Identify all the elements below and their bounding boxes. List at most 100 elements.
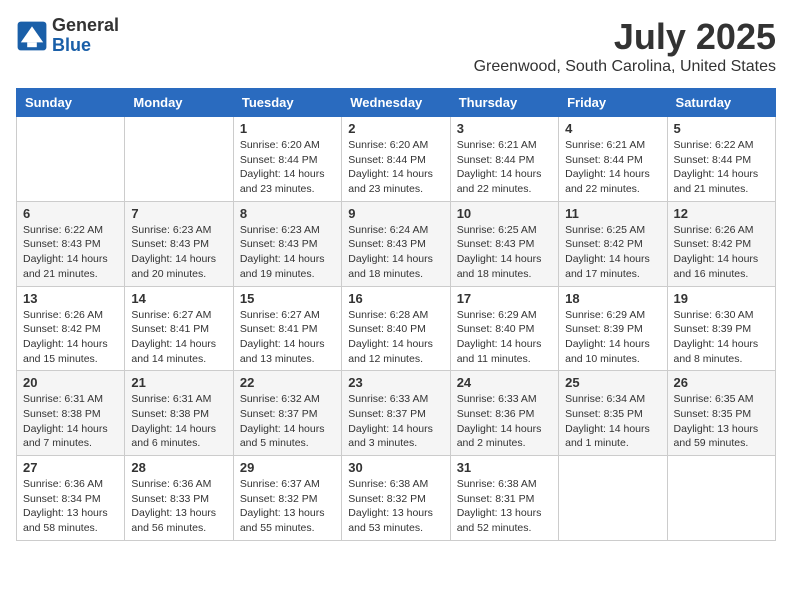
day-number: 5: [674, 121, 769, 136]
day-info: Sunrise: 6:33 AM Sunset: 8:37 PM Dayligh…: [348, 392, 443, 451]
day-number: 27: [23, 460, 118, 475]
calendar-table: SundayMondayTuesdayWednesdayThursdayFrid…: [16, 88, 776, 541]
calendar-cell: 23Sunrise: 6:33 AM Sunset: 8:37 PM Dayli…: [342, 371, 450, 456]
calendar-cell: 2Sunrise: 6:20 AM Sunset: 8:44 PM Daylig…: [342, 117, 450, 202]
calendar-cell: 24 Sunrise: 6:33 AM Sunset: 8:36 PM Dayli…: [450, 371, 558, 456]
calendar-cell: [667, 456, 775, 541]
day-info: Sunrise: 6:25 AM Sunset: 8:43 PM Dayligh…: [457, 223, 552, 282]
day-info: Sunrise: 6:27 AM Sunset: 8:41 PM Dayligh…: [131, 308, 226, 367]
calendar-cell: 30 Sunrise: 6:38 AM Sunset: 8:32 PM Dayli…: [342, 456, 450, 541]
calendar-cell: 12 Sunrise: 6:26 AM Sunset: 8:42 PM Dayli…: [667, 201, 775, 286]
day-info: Sunrise: 6:21 AM Sunset: 8:44 PM Dayligh…: [457, 138, 552, 197]
day-number: 8: [240, 206, 335, 221]
calendar-cell: 3 Sunrise: 6:21 AM Sunset: 8:44 PM Daylig…: [450, 117, 558, 202]
day-info: Sunrise: 6:38 AM Sunset: 8:31 PM Dayligh…: [457, 477, 552, 536]
day-info: Sunrise: 6:22 AM Sunset: 8:43 PM Dayligh…: [23, 223, 118, 282]
title-block: July 2025 Greenwood, South Carolina, Uni…: [474, 16, 776, 76]
weekday-header-sunday: Sunday: [17, 89, 125, 117]
day-info: Sunrise: 6:37 AM Sunset: 8:32 PM Dayligh…: [240, 477, 335, 536]
day-info: Sunrise: 6:36 AM Sunset: 8:33 PM Dayligh…: [131, 477, 226, 536]
day-info: Sunrise: 6:31 AM Sunset: 8:38 PM Dayligh…: [131, 392, 226, 451]
day-info: Sunrise: 6:36 AM Sunset: 8:34 PM Dayligh…: [23, 477, 118, 536]
calendar-week-row: 13Sunrise: 6:26 AM Sunset: 8:42 PM Dayli…: [17, 286, 776, 371]
day-number: 30: [348, 460, 443, 475]
day-info: Sunrise: 6:32 AM Sunset: 8:37 PM Dayligh…: [240, 392, 335, 451]
day-info: Sunrise: 6:31 AM Sunset: 8:38 PM Dayligh…: [23, 392, 118, 451]
day-number: 21: [131, 375, 226, 390]
weekday-header-tuesday: Tuesday: [233, 89, 341, 117]
day-number: 20: [23, 375, 118, 390]
calendar-cell: 29 Sunrise: 6:37 AM Sunset: 8:32 PM Dayli…: [233, 456, 341, 541]
calendar-cell: 11Sunrise: 6:25 AM Sunset: 8:42 PM Dayli…: [559, 201, 667, 286]
day-number: 6: [23, 206, 118, 221]
calendar-week-row: 20 Sunrise: 6:31 AM Sunset: 8:38 PM Dayli…: [17, 371, 776, 456]
day-number: 24: [457, 375, 552, 390]
weekday-header-friday: Friday: [559, 89, 667, 117]
day-number: 13: [23, 291, 118, 306]
day-number: 9: [348, 206, 443, 221]
day-info: Sunrise: 6:27 AM Sunset: 8:41 PM Dayligh…: [240, 308, 335, 367]
calendar-cell: 15 Sunrise: 6:27 AM Sunset: 8:41 PM Dayli…: [233, 286, 341, 371]
day-number: 22: [240, 375, 335, 390]
calendar-cell: [559, 456, 667, 541]
calendar-cell: 25Sunrise: 6:34 AM Sunset: 8:35 PM Dayli…: [559, 371, 667, 456]
calendar-week-row: 6 Sunrise: 6:22 AM Sunset: 8:43 PM Daylig…: [17, 201, 776, 286]
calendar-cell: 6 Sunrise: 6:22 AM Sunset: 8:43 PM Daylig…: [17, 201, 125, 286]
day-info: Sunrise: 6:20 AM Sunset: 8:44 PM Dayligh…: [240, 138, 335, 197]
day-info: Sunrise: 6:29 AM Sunset: 8:39 PM Dayligh…: [565, 308, 660, 367]
day-number: 7: [131, 206, 226, 221]
calendar-cell: 8 Sunrise: 6:23 AM Sunset: 8:43 PM Daylig…: [233, 201, 341, 286]
day-info: Sunrise: 6:21 AM Sunset: 8:44 PM Dayligh…: [565, 138, 660, 197]
day-number: 15: [240, 291, 335, 306]
day-number: 12: [674, 206, 769, 221]
calendar-cell: 1 Sunrise: 6:20 AM Sunset: 8:44 PM Daylig…: [233, 117, 341, 202]
day-number: 4: [565, 121, 660, 136]
day-info: Sunrise: 6:25 AM Sunset: 8:42 PM Dayligh…: [565, 223, 660, 282]
day-info: Sunrise: 6:38 AM Sunset: 8:32 PM Dayligh…: [348, 477, 443, 536]
weekday-header-wednesday: Wednesday: [342, 89, 450, 117]
weekday-header-saturday: Saturday: [667, 89, 775, 117]
day-info: Sunrise: 6:23 AM Sunset: 8:43 PM Dayligh…: [240, 223, 335, 282]
calendar-cell: 13Sunrise: 6:26 AM Sunset: 8:42 PM Dayli…: [17, 286, 125, 371]
day-number: 1: [240, 121, 335, 136]
location-title: Greenwood, South Carolina, United States: [474, 58, 776, 76]
day-number: 3: [457, 121, 552, 136]
day-info: Sunrise: 6:20 AM Sunset: 8:44 PM Dayligh…: [348, 138, 443, 197]
calendar-cell: 5 Sunrise: 6:22 AM Sunset: 8:44 PM Daylig…: [667, 117, 775, 202]
calendar-week-row: 27 Sunrise: 6:36 AM Sunset: 8:34 PM Dayli…: [17, 456, 776, 541]
calendar-cell: 20 Sunrise: 6:31 AM Sunset: 8:38 PM Dayli…: [17, 371, 125, 456]
logo-general-text: General: [52, 16, 119, 36]
day-info: Sunrise: 6:33 AM Sunset: 8:36 PM Dayligh…: [457, 392, 552, 451]
weekday-header-thursday: Thursday: [450, 89, 558, 117]
calendar-cell: 9 Sunrise: 6:24 AM Sunset: 8:43 PM Daylig…: [342, 201, 450, 286]
day-number: 29: [240, 460, 335, 475]
day-number: 18: [565, 291, 660, 306]
calendar-cell: 4 Sunrise: 6:21 AM Sunset: 8:44 PM Daylig…: [559, 117, 667, 202]
calendar-cell: 26 Sunrise: 6:35 AM Sunset: 8:35 PM Dayli…: [667, 371, 775, 456]
day-info: Sunrise: 6:24 AM Sunset: 8:43 PM Dayligh…: [348, 223, 443, 282]
calendar-cell: 28 Sunrise: 6:36 AM Sunset: 8:33 PM Dayli…: [125, 456, 233, 541]
day-info: Sunrise: 6:23 AM Sunset: 8:43 PM Dayligh…: [131, 223, 226, 282]
calendar-cell: 27 Sunrise: 6:36 AM Sunset: 8:34 PM Dayli…: [17, 456, 125, 541]
calendar-week-row: 1 Sunrise: 6:20 AM Sunset: 8:44 PM Daylig…: [17, 117, 776, 202]
day-number: 26: [674, 375, 769, 390]
day-info: Sunrise: 6:22 AM Sunset: 8:44 PM Dayligh…: [674, 138, 769, 197]
day-number: 19: [674, 291, 769, 306]
calendar-cell: 10 Sunrise: 6:25 AM Sunset: 8:43 PM Dayli…: [450, 201, 558, 286]
calendar-cell: 22 Sunrise: 6:32 AM Sunset: 8:37 PM Dayli…: [233, 371, 341, 456]
logo: General Blue: [16, 16, 119, 56]
day-info: Sunrise: 6:34 AM Sunset: 8:35 PM Dayligh…: [565, 392, 660, 451]
calendar-cell: 19 Sunrise: 6:30 AM Sunset: 8:39 PM Dayli…: [667, 286, 775, 371]
month-title: July 2025: [474, 16, 776, 58]
calendar-cell: [125, 117, 233, 202]
calendar-cell: 31Sunrise: 6:38 AM Sunset: 8:31 PM Dayli…: [450, 456, 558, 541]
calendar-cell: 16Sunrise: 6:28 AM Sunset: 8:40 PM Dayli…: [342, 286, 450, 371]
calendar-cell: 21 Sunrise: 6:31 AM Sunset: 8:38 PM Dayli…: [125, 371, 233, 456]
day-info: Sunrise: 6:35 AM Sunset: 8:35 PM Dayligh…: [674, 392, 769, 451]
day-number: 10: [457, 206, 552, 221]
calendar-cell: 7 Sunrise: 6:23 AM Sunset: 8:43 PM Daylig…: [125, 201, 233, 286]
day-info: Sunrise: 6:26 AM Sunset: 8:42 PM Dayligh…: [674, 223, 769, 282]
day-number: 28: [131, 460, 226, 475]
day-info: Sunrise: 6:30 AM Sunset: 8:39 PM Dayligh…: [674, 308, 769, 367]
page-header: General Blue July 2025 Greenwood, South …: [16, 16, 776, 76]
